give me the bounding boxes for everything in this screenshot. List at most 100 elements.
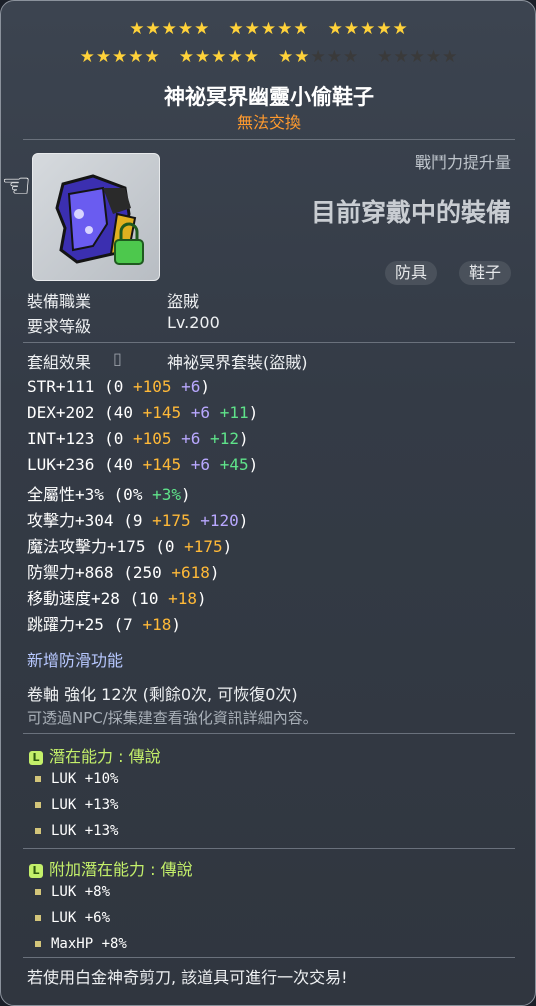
stat-name: STR	[27, 377, 56, 396]
stat-name: 跳躍力	[27, 615, 76, 634]
divider	[23, 342, 515, 343]
stat-base: (0	[155, 537, 175, 556]
additional-potential-header: L 附加潛在能力 : 傳說	[29, 856, 193, 880]
stat-bonus: +175	[142, 511, 191, 530]
stat-base: (10	[129, 589, 159, 608]
stat-bonus: +11	[210, 403, 249, 422]
stat-total: +111	[55, 377, 105, 396]
tag-shoes: 鞋子	[458, 261, 511, 285]
item-icon-frame	[32, 153, 160, 281]
stat-bonus: +6	[181, 455, 211, 474]
potential-line: LUK +13%	[35, 823, 118, 839]
stat-bonus: +3%	[142, 485, 181, 504]
divider	[23, 848, 515, 849]
set-effect-value: 神祕冥界套裝(盜賊)	[167, 353, 308, 372]
stat-base: (40	[104, 455, 133, 474]
stat-total: +28	[91, 589, 130, 608]
stat-base: (0	[104, 429, 124, 448]
stat-close: )	[171, 615, 181, 634]
stat-name: 防禦力	[27, 563, 76, 582]
divider	[23, 139, 515, 140]
hand-cursor-icon: ☜	[1, 166, 32, 206]
potential-line: LUK +10%	[35, 771, 118, 787]
stat-base: (0	[104, 377, 124, 396]
scissors-trade-note: 若使用白金神奇剪刀, 該道具可進行一次交易!	[27, 968, 348, 987]
star-row-1: ★★★★★ ★★★★★ ★★★★★	[129, 19, 409, 39]
currently-equipped-label: 目前穿戴中的裝備	[310, 198, 511, 227]
stat-row: 移動速度 +28 (10 +18)	[27, 585, 207, 609]
stat-total: +175	[107, 537, 156, 556]
additional-potential-line: MaxHP +8%	[35, 936, 127, 952]
stat-bonus: +618	[161, 563, 210, 582]
stat-name: 全屬性	[27, 485, 76, 504]
stat-base: (0%	[113, 485, 143, 504]
stat-bonus: +6	[181, 403, 211, 422]
stat-close: )	[200, 377, 211, 396]
divider	[23, 957, 515, 958]
divider	[23, 733, 515, 734]
level-label: 要求等級	[27, 317, 92, 336]
stat-bonus: +12	[200, 429, 239, 448]
legendary-grade-icon: L	[29, 750, 43, 765]
potential-title: 潛在能力 : 傳說	[49, 747, 161, 766]
item-tooltip: ★★★★★ ★★★★★ ★★★★★ ★★★★★ ★★★★★ ★★★★★ ★★★★★ 神祕冥…	[0, 0, 536, 1006]
stat-bonus: +6	[171, 429, 201, 448]
combat-power-label: 戰鬥力提升量	[414, 153, 511, 172]
upgrade-hint: 可透過NPC/採集建查看強化資訊詳細內容。	[27, 709, 318, 727]
item-name: 神祕冥界幽靈小偷鞋子	[164, 85, 374, 109]
stat-name: 魔法攻擊力	[27, 537, 108, 556]
stat-bonus: +175	[174, 537, 223, 556]
stat-bonus: +120	[190, 511, 239, 530]
stat-row: INT +123 (0 +105 +6 +12)	[27, 429, 249, 448]
tag-armor: 防具	[384, 261, 437, 285]
stat-bonus: +105	[123, 377, 172, 396]
stat-bonus: +145	[132, 403, 182, 422]
stat-total: +123	[55, 429, 105, 448]
stat-close: )	[209, 563, 220, 582]
stat-close: )	[196, 589, 207, 608]
job-value: 盜賊	[167, 292, 200, 311]
stat-row: 攻擊力 +304 (9 +175 +120)	[27, 507, 248, 531]
stat-name: INT	[27, 429, 56, 448]
scroll-upgrade: 卷軸 強化 12次 (剩餘0次, 可恢復0次)	[27, 685, 298, 704]
stat-close: )	[180, 485, 191, 504]
stat-row: 跳躍力 +25 (7 +18)	[27, 611, 181, 635]
stat-name: 移動速度	[27, 589, 92, 608]
stat-bonus: +18	[132, 615, 172, 634]
stat-bonus: +145	[132, 455, 182, 474]
stat-close: )	[238, 429, 249, 448]
stat-total: +868	[75, 563, 124, 582]
stat-bonus: +105	[123, 429, 172, 448]
set-effect-label: 套組效果	[27, 353, 92, 372]
stat-name: LUK	[27, 455, 56, 474]
stat-base: (7	[113, 615, 133, 634]
additional-potential-title: 附加潛在能力 : 傳說	[49, 860, 193, 879]
purple-boots-icon	[55, 174, 144, 265]
stat-name: DEX	[27, 403, 56, 422]
stat-close: )	[222, 537, 233, 556]
stat-bonus: +6	[171, 377, 201, 396]
stat-base: (9	[123, 511, 143, 530]
stat-row: STR +111 (0 +105 +6)	[27, 377, 210, 396]
job-label: 裝備職業	[27, 292, 92, 311]
stat-name: 攻擊力	[27, 511, 76, 530]
stat-row: LUK +236 (40 +145 +6 +45)	[27, 455, 258, 474]
stat-bonus: +45	[210, 455, 249, 474]
stat-row: 防禦力 +868 (250 +618)	[27, 559, 220, 583]
stat-row: 全屬性 +3% (0% +3%)	[27, 481, 191, 505]
star-force-row: ★★★★★ ★★★★★ ★★★★★ ★★★★★ ★★★★★ ★★★★★ ★★★★★	[1, 15, 535, 71]
additional-potential-line: LUK +6%	[35, 910, 110, 926]
stat-total: +25	[75, 615, 114, 634]
stat-base: (40	[104, 403, 133, 422]
extra-option: 新增防滑功能	[27, 651, 124, 670]
potential-line: LUK +13%	[35, 797, 118, 813]
stat-row: 魔法攻擊力 +175 (0 +175)	[27, 533, 232, 557]
mouse-icon: ▯	[113, 349, 122, 368]
stat-close: )	[248, 403, 259, 422]
stat-base: (250	[123, 563, 162, 582]
stat-total: +236	[55, 455, 105, 474]
level-value: Lv.200	[167, 313, 220, 332]
star-row-2: ★★★★★ ★★★★★ ★★★★★ ★★★★★	[79, 47, 459, 67]
legendary-grade-icon: L	[29, 863, 43, 878]
stat-close: )	[238, 511, 249, 530]
